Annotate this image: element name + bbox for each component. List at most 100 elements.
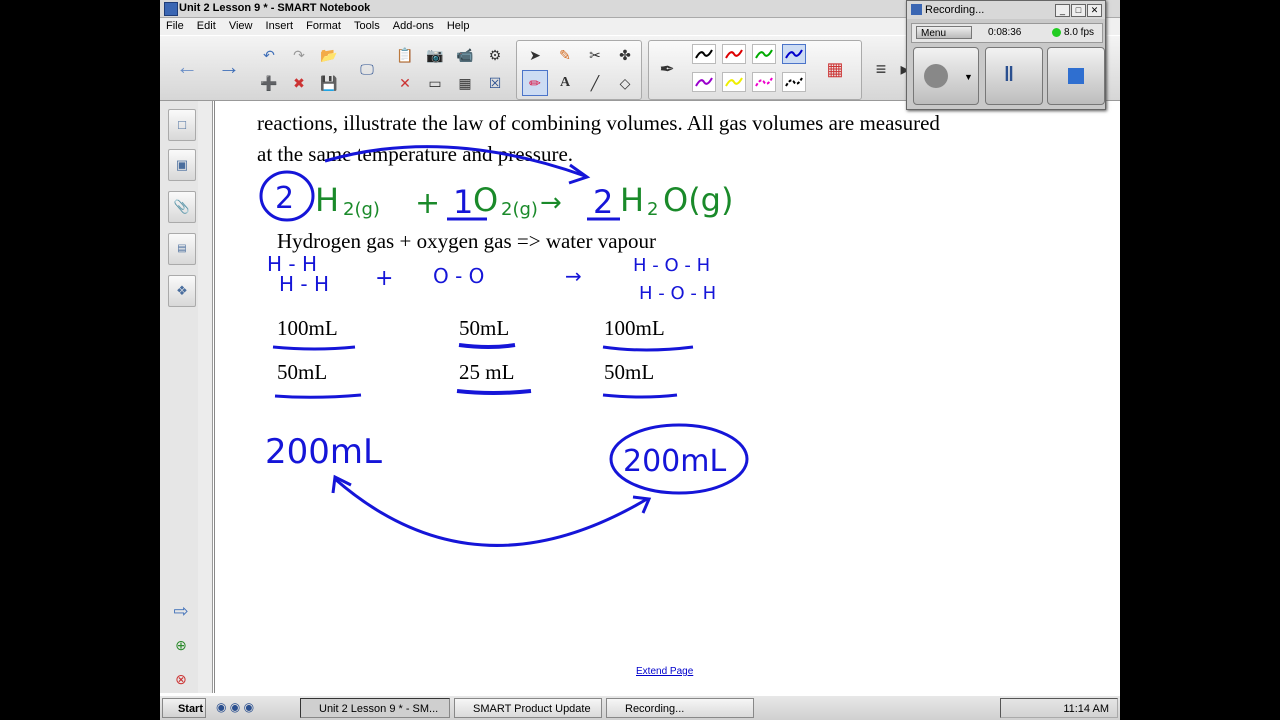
- select-arrow-icon[interactable]: ➤: [522, 42, 548, 68]
- paste-icon[interactable]: 📋: [392, 42, 418, 68]
- color-palette-icon[interactable]: ▦: [822, 56, 848, 82]
- attachments-icon[interactable]: 📎: [168, 191, 196, 223]
- record-dropdown-icon[interactable]: ▼: [964, 72, 973, 82]
- screen-capture-icon[interactable]: 📷: [422, 42, 448, 68]
- ink-oxygen-state: 2(g): [501, 199, 538, 220]
- pen-green[interactable]: [752, 44, 776, 64]
- ink-underline-o2-2: [456, 389, 532, 395]
- ink-oxygen: O: [473, 181, 498, 219]
- ink-yield-arrow: →: [540, 188, 562, 218]
- pen-blue[interactable]: [782, 44, 806, 64]
- side-scrollbar[interactable]: [198, 101, 212, 693]
- ink-total-products: 200mL: [623, 444, 726, 479]
- pen-yellow[interactable]: [722, 72, 746, 92]
- record-icon: [924, 64, 948, 88]
- line-icon[interactable]: ╱: [582, 70, 608, 96]
- ink-hydrogen: H: [315, 181, 339, 219]
- notebook-app-icon: [164, 2, 178, 16]
- menu-file[interactable]: File: [166, 18, 184, 35]
- move-sidebar-icon[interactable]: ⇨: [168, 601, 194, 621]
- pen-red[interactable]: [722, 44, 746, 64]
- ink-water-sub: 2: [647, 199, 658, 220]
- ink-hydrogen-state: 2(g): [343, 199, 380, 220]
- window-title: Unit 2 Lesson 9 * - SMART Notebook: [179, 2, 371, 14]
- status-led-icon: [1052, 28, 1061, 37]
- ink-underline-h2o-2: [602, 393, 678, 399]
- ink-underline-o2-1: [458, 343, 516, 349]
- page-sorter-icon[interactable]: □: [168, 109, 196, 141]
- recording-title: Recording...: [925, 4, 985, 16]
- pen-black[interactable]: [692, 44, 716, 64]
- next-page-icon[interactable]: →: [216, 54, 242, 80]
- menu-edit[interactable]: Edit: [197, 18, 216, 35]
- extend-page-link[interactable]: Extend Page: [636, 666, 693, 677]
- menu-addons[interactable]: Add-ons: [393, 18, 434, 35]
- menu-tools[interactable]: Tools: [354, 18, 380, 35]
- task-recording[interactable]: Recording...: [606, 698, 754, 718]
- ink-underline-h2o-1: [602, 345, 694, 352]
- table-icon[interactable]: ▦: [452, 70, 478, 96]
- ink-h2o-molecule-b: H - O - H: [639, 283, 716, 304]
- stop-icon: [1068, 68, 1084, 84]
- minimize-icon[interactable]: _: [1055, 4, 1070, 17]
- ink-underline-h2-2: [274, 393, 362, 399]
- quick-launch-icons[interactable]: ◉ ◉ ◉: [216, 700, 254, 714]
- whiteboard-canvas[interactable]: reactions, illustrate the law of combini…: [214, 101, 1120, 693]
- ink-coefficient-2b: 2: [593, 183, 613, 221]
- close-tool-icon[interactable]: ☒: [482, 70, 508, 96]
- start-button[interactable]: Start: [162, 698, 206, 718]
- pen-dashed-black[interactable]: [782, 72, 806, 92]
- add-page-icon[interactable]: ➕: [256, 70, 282, 96]
- add-ons-icon[interactable]: ❖: [168, 275, 196, 307]
- delete-page-icon[interactable]: ✖: [286, 70, 312, 96]
- menu-help[interactable]: Help: [447, 18, 470, 35]
- shape-icon[interactable]: ◇: [612, 70, 638, 96]
- ink-plus: +: [415, 186, 440, 221]
- screen-shade-icon[interactable]: ▭: [422, 70, 448, 96]
- frame-rate: 8.0 fps: [1064, 27, 1095, 38]
- pen-style-icon[interactable]: ✒: [654, 56, 680, 82]
- stop-button[interactable]: [1047, 47, 1105, 105]
- screen-share-icon[interactable]: 🖵: [354, 56, 380, 82]
- recording-window: Recording... _ □ ✕ Menu 0:08:36 8.0 fps …: [906, 0, 1106, 110]
- eraser-icon[interactable]: ✂: [582, 42, 608, 68]
- pen-purple[interactable]: [692, 72, 716, 92]
- pen-magenta[interactable]: [752, 72, 776, 92]
- delete-icon[interactable]: ✕: [392, 70, 418, 96]
- ink-water-o: O(g): [663, 181, 733, 219]
- handwritten-ink-layer: 2 H 2(g) + 1 O 2(g) → 2 H 2 O(g) H - H H…: [259, 145, 749, 547]
- redo-icon[interactable]: ↷: [286, 42, 312, 68]
- undo-icon[interactable]: ↶: [256, 42, 282, 68]
- properties-icon[interactable]: ▤: [168, 233, 196, 265]
- magic-pen-icon[interactable]: ✎: [552, 42, 578, 68]
- close-icon[interactable]: ✕: [1087, 4, 1102, 17]
- recorder-menu-button[interactable]: Menu: [916, 26, 972, 39]
- recording-status-bar: Menu 0:08:36 8.0 fps: [911, 23, 1103, 43]
- line-width-icon[interactable]: ≡: [868, 56, 894, 82]
- task-smart-notebook[interactable]: Unit 2 Lesson 9 * - SM...: [300, 698, 450, 718]
- previous-page-icon[interactable]: ←: [174, 54, 200, 80]
- recording-title-bar: Recording... _ □ ✕: [907, 1, 1105, 19]
- add-page-side-icon[interactable]: ⊕: [168, 637, 194, 657]
- pause-button[interactable]: ‖: [985, 47, 1043, 105]
- task-smart-product-update[interactable]: SMART Product Update: [454, 698, 602, 718]
- ink-coefficient-2: 2: [275, 181, 294, 216]
- record-button[interactable]: ▼: [913, 47, 979, 105]
- text-icon[interactable]: A: [552, 70, 578, 96]
- menu-insert[interactable]: Insert: [266, 18, 294, 35]
- delete-page-side-icon[interactable]: ⊗: [168, 671, 194, 691]
- menu-view[interactable]: View: [229, 18, 253, 35]
- fill-icon[interactable]: ✤: [612, 42, 638, 68]
- open-file-icon[interactable]: 📂: [316, 42, 342, 68]
- system-tray: 11:14 AM: [1000, 698, 1118, 718]
- clock: 11:14 AM: [1063, 703, 1109, 715]
- pen-icon[interactable]: ✏: [522, 70, 548, 96]
- shape-recognition-icon[interactable]: ⚙: [482, 42, 508, 68]
- document-camera-icon[interactable]: 📹: [452, 42, 478, 68]
- menu-format[interactable]: Format: [306, 18, 341, 35]
- ink-arrow-top: [324, 145, 586, 178]
- maximize-icon[interactable]: □: [1071, 4, 1086, 17]
- gallery-icon[interactable]: ▣: [168, 149, 196, 181]
- ink-h2o-molecule-a: H - O - H: [633, 255, 710, 276]
- save-icon[interactable]: 💾: [316, 70, 342, 96]
